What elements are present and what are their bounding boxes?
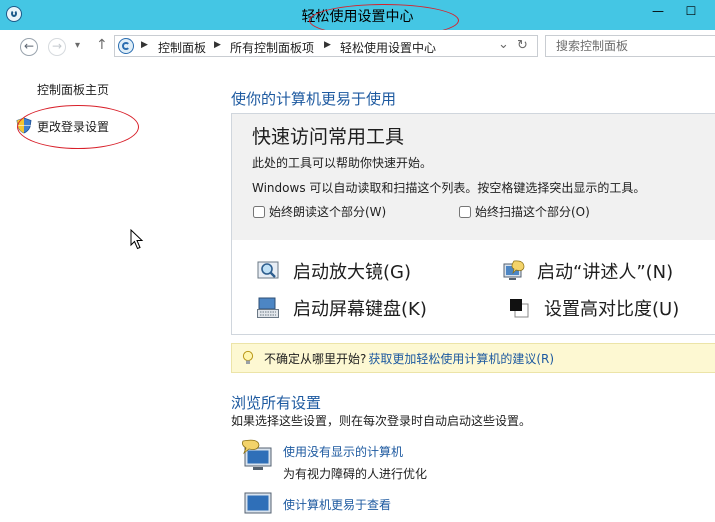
address-field[interactable]: ▶ 控制面板 ▶ 所有控制面板项 ▶ 轻松使用设置中心 ⌄ ↻ <box>114 35 538 57</box>
breadcrumb-all-items[interactable]: 所有控制面板项 <box>230 39 314 56</box>
monitor-icon <box>244 492 272 514</box>
back-button[interactable]: ← <box>20 38 38 56</box>
quick-access-title: 快速访问常用工具 <box>252 126 405 148</box>
start-onscreen-keyboard-label[interactable]: 启动屏幕键盘(K) <box>293 295 427 321</box>
scan-checkbox[interactable] <box>459 205 471 218</box>
start-magnifier-button[interactable]: 启动放大镜(G) <box>257 258 411 284</box>
set-high-contrast-button[interactable]: 设置高对比度(U) <box>508 295 679 321</box>
get-recommendations-link[interactable]: 获取更加轻松使用计算机的建议(R) <box>368 350 554 367</box>
read-aloud-option[interactable]: 始终朗读这个部分(W) <box>253 203 386 220</box>
quick-access-line-1: 此处的工具可以帮助你快速开始。 <box>252 156 433 170</box>
change-login-settings-link[interactable]: 更改登录设置 <box>37 118 109 135</box>
breadcrumb-separator[interactable]: ▶ <box>214 40 221 50</box>
start-magnifier-label[interactable]: 启动放大镜(G) <box>293 258 411 284</box>
refresh-button[interactable]: ↻ <box>517 38 528 53</box>
scan-label[interactable]: 始终扫描这个部分(O) <box>475 203 590 220</box>
window-title: 轻松使用设置中心 <box>301 9 414 25</box>
read-aloud-checkbox[interactable] <box>253 205 265 218</box>
recent-pages-button[interactable]: ▾ <box>75 40 80 51</box>
set-high-contrast-label[interactable]: 设置高对比度(U) <box>544 295 679 321</box>
control-panel-home-link[interactable]: 控制面板主页 <box>37 81 109 98</box>
use-without-display-desc: 为有视力障碍的人进行优化 <box>283 467 428 481</box>
breadcrumb-separator[interactable]: ▶ <box>141 40 148 50</box>
up-button[interactable]: ↑ <box>96 37 108 53</box>
contrast-icon <box>510 299 529 318</box>
mouse-cursor-icon <box>130 229 144 250</box>
quick-access-panel: 快速访问常用工具 此处的工具可以帮助你快速开始。 Windows 可以自动读取和… <box>231 113 715 335</box>
minimize-button[interactable]: — <box>643 0 673 24</box>
narrator-icon <box>503 260 525 280</box>
breadcrumb-control-panel[interactable]: 控制面板 <box>158 39 206 56</box>
main-heading: 使你的计算机更易于使用 <box>231 90 397 108</box>
make-easier-to-see-link[interactable]: 使计算机更易于查看 <box>283 496 391 513</box>
hint-text: 不确定从哪里开始? <box>264 351 367 366</box>
address-bar: ← → ▾ ↑ ▶ 控制面板 ▶ 所有控制面板项 ▶ 轻松使用设置中心 ⌄ ↻ <box>0 30 715 62</box>
monitor-speech-icon <box>242 439 272 470</box>
start-onscreen-keyboard-button[interactable]: 启动屏幕键盘(K) <box>257 295 427 321</box>
lightbulb-icon <box>242 350 254 364</box>
search-input[interactable] <box>546 36 715 56</box>
read-aloud-label[interactable]: 始终朗读这个部分(W) <box>269 203 386 220</box>
control-panel-icon <box>118 38 134 54</box>
quick-access-line-2: Windows 可以自动读取和扫描这个列表。按空格键选择突出显示的工具。 <box>252 181 646 195</box>
keyboard-icon <box>257 297 279 318</box>
address-dropdown-button[interactable]: ⌄ <box>498 37 509 52</box>
browse-settings-heading: 浏览所有设置 <box>231 394 322 412</box>
use-without-display-link[interactable]: 使用没有显示的计算机 <box>283 443 403 460</box>
browse-settings-subtitle: 如果选择这些设置，则在每次登录时自动启动这些设置。 <box>231 414 532 428</box>
magnifier-icon <box>257 261 279 279</box>
start-narrator-label[interactable]: 启动“讲述人”(N) <box>537 258 673 284</box>
breadcrumb-separator[interactable]: ▶ <box>324 40 331 50</box>
hint-bar: 不确定从哪里开始? 获取更加轻松使用计算机的建议(R) <box>231 343 715 373</box>
maximize-button[interactable]: ☐ <box>676 0 706 24</box>
title-bar: 轻松使用设置中心 — ☐ <box>0 0 715 37</box>
shield-icon <box>16 117 32 134</box>
forward-button[interactable]: → <box>48 38 66 56</box>
search-field[interactable] <box>545 35 715 57</box>
quick-access-header: 快速访问常用工具 此处的工具可以帮助你快速开始。 Windows 可以自动读取和… <box>232 114 715 240</box>
breadcrumb-ease-of-access[interactable]: 轻松使用设置中心 <box>340 39 436 56</box>
start-narrator-button[interactable]: 启动“讲述人”(N) <box>503 258 673 284</box>
scan-option[interactable]: 始终扫描这个部分(O) <box>459 203 590 220</box>
